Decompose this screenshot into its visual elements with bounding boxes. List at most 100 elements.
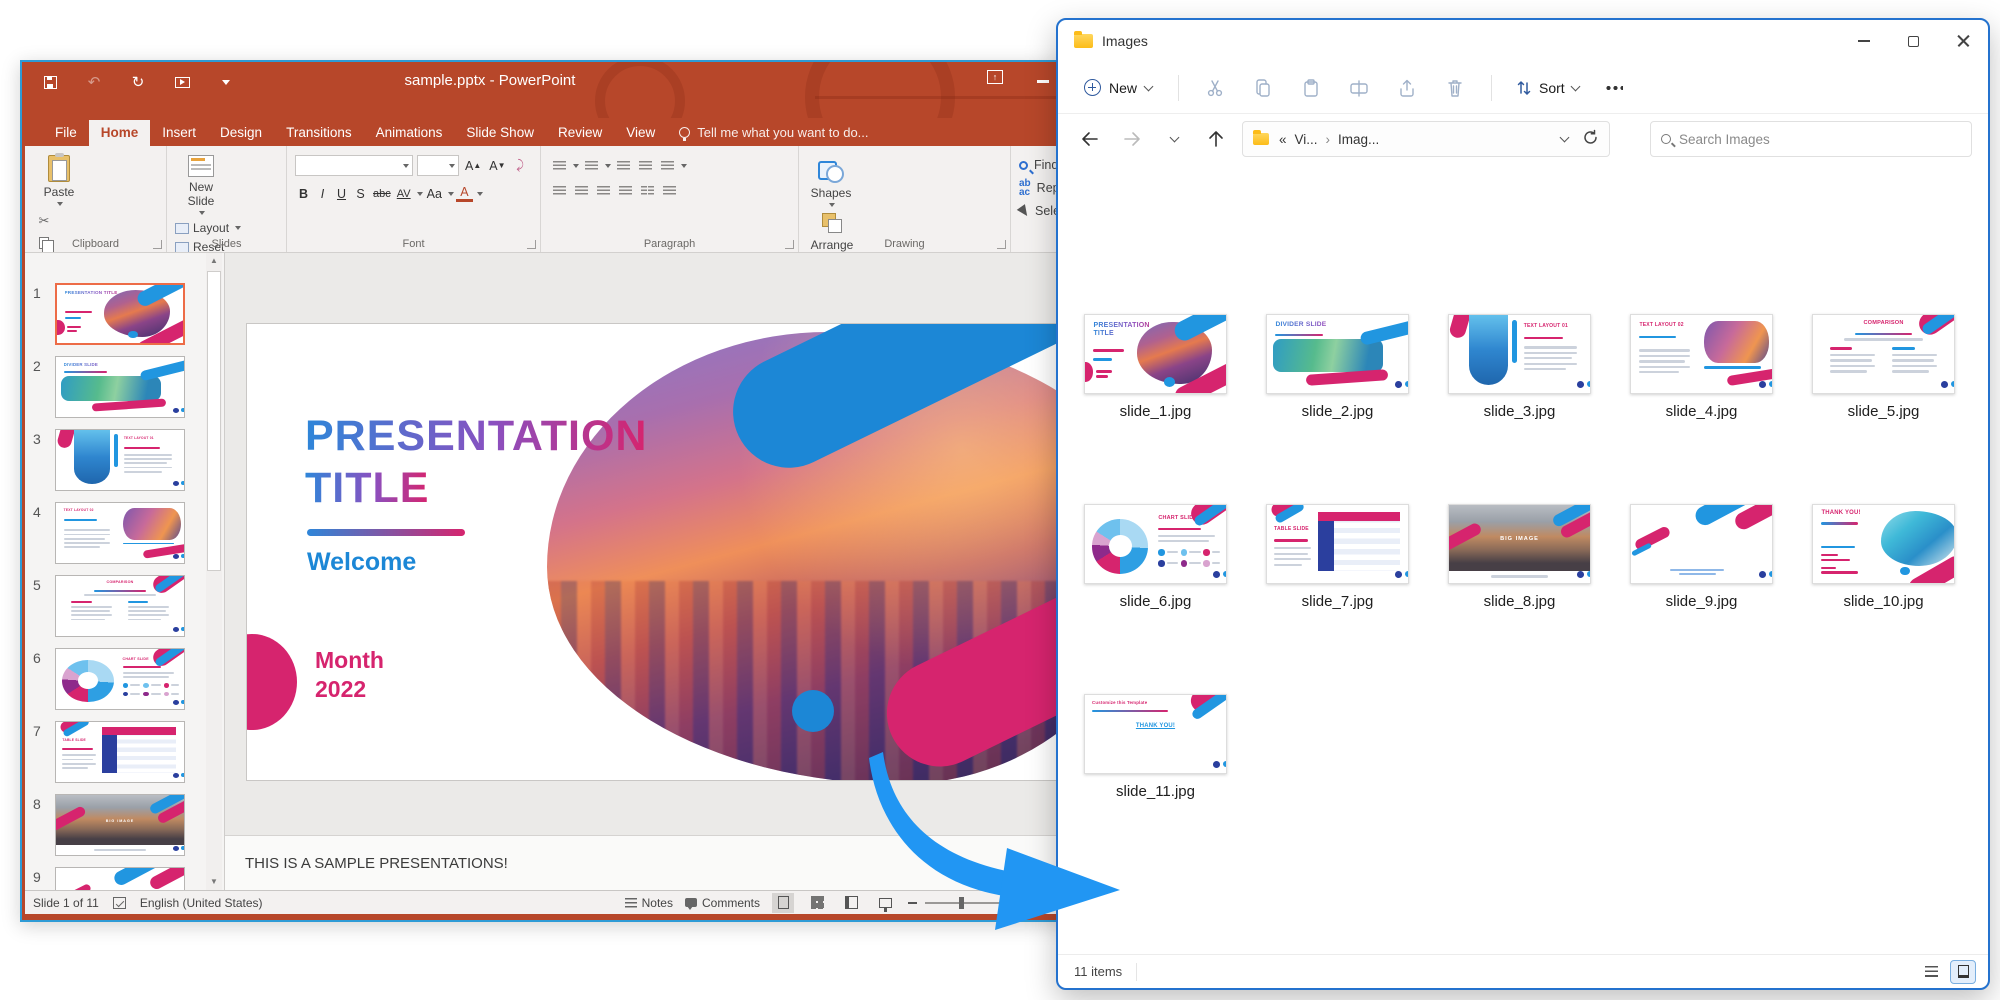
character-spacing-button[interactable]: AV [395,184,413,203]
file-item[interactable]: CHART SLIDE slide_6.jpg [1084,504,1227,610]
slide-thumb-9[interactable]: 9 [25,867,201,890]
bullets-button[interactable] [549,157,569,175]
font-size-combo[interactable] [417,155,459,176]
slide-thumb-3[interactable]: 3 TEXT LAYOUT 01 [25,429,201,495]
grow-font-button[interactable]: A▲ [463,156,483,175]
rename-button[interactable] [1339,71,1379,105]
file-item[interactable]: TEXT LAYOUT 02 slide_4.jpg [1630,314,1773,420]
back-button[interactable] [1074,123,1106,155]
align-center-button[interactable] [571,182,591,200]
zoom-control[interactable] [908,902,1045,904]
slide-sorter-view-button[interactable] [806,893,828,913]
text-direction-button[interactable] [659,182,679,200]
normal-view-button[interactable] [772,893,794,913]
recent-locations-button[interactable] [1158,123,1190,155]
dialog-launcher-icon[interactable] [997,240,1006,249]
current-slide[interactable]: PRESENTATION TITLE Welcome Month2022 [246,323,1060,781]
tab-file[interactable]: File [43,120,89,146]
slideshow-view-button[interactable] [874,893,896,913]
file-item[interactable]: PRESENTATION TITLE slide_1.jpg [1084,314,1227,420]
slide-thumb-1[interactable]: 1 PRESENTATION TITLE [25,283,201,349]
spellcheck-icon[interactable] [113,897,126,909]
minimize-button[interactable] [1858,40,1870,42]
slide-thumb-6[interactable]: 6 CHART SLIDE [25,648,201,714]
address-bar[interactable]: « Vi... › Imag... [1242,121,1610,157]
scroll-down-icon[interactable]: ▼ [207,874,221,890]
notes-toggle[interactable]: Notes [625,896,673,910]
tell-me-box[interactable]: Tell me what you want to do... [667,120,880,146]
close-button[interactable] [1957,35,1970,48]
tab-slideshow[interactable]: Slide Show [454,120,546,146]
file-item[interactable]: slide_9.jpg [1630,504,1773,610]
tab-review[interactable]: Review [546,120,614,146]
slide-thumb-8[interactable]: 8 BIG IMAGE [25,794,201,860]
decrease-indent-button[interactable] [613,157,633,175]
new-button[interactable]: New [1074,73,1162,102]
columns-button[interactable] [637,182,657,200]
shadow-button[interactable]: S [352,184,369,203]
file-item[interactable]: DIVIDER SLIDE slide_2.jpg [1266,314,1409,420]
file-item[interactable]: Customize this Template THANK YOU! slide… [1084,694,1227,800]
tab-transitions[interactable]: Transitions [274,120,364,146]
file-item[interactable]: BIG IMAGE slide_8.jpg [1448,504,1591,610]
align-left-button[interactable] [549,182,569,200]
scroll-up-icon[interactable]: ▲ [207,253,221,269]
tab-animations[interactable]: Animations [364,120,455,146]
slide-thumb-5[interactable]: 5 COMPARISON [25,575,201,641]
file-item[interactable]: COMPARISON slide_5.jpg [1812,314,1955,420]
breadcrumb-item[interactable]: Imag... [1338,132,1379,147]
cut-button[interactable]: ✂ [33,212,55,230]
language-indicator[interactable]: English (United States) [140,896,263,910]
search-box[interactable] [1650,121,1972,157]
shapes-button[interactable]: Shapes [807,155,855,207]
slide-thumb-7[interactable]: 7 TABLE SLIDE [25,721,201,787]
file-item[interactable]: TABLE SLIDE slide_7.jpg [1266,504,1409,610]
details-view-button[interactable] [1918,960,1944,984]
paste-button[interactable] [1291,71,1331,105]
large-thumbnails-view-button[interactable] [1950,960,1976,984]
font-name-combo[interactable] [295,155,413,176]
panel-scrollbar[interactable]: ▲ ▼ [206,253,222,890]
font-color-button[interactable]: A [456,186,473,202]
search-input[interactable] [1679,132,1961,147]
up-button[interactable] [1200,123,1232,155]
slide-canvas[interactable]: PRESENTATION TITLE Welcome Month2022 [225,253,1075,835]
change-case-button[interactable]: Aa [425,184,444,203]
layout-button[interactable]: Layout [175,221,278,235]
cut-button[interactable] [1195,71,1235,105]
numbering-button[interactable] [581,157,601,175]
tab-view[interactable]: View [614,120,667,146]
copy-button[interactable] [1243,71,1283,105]
comments-toggle[interactable]: Comments [685,896,760,910]
line-spacing-button[interactable] [657,157,677,175]
file-item[interactable]: TEXT LAYOUT 01 slide_3.jpg [1448,314,1591,420]
chevron-down-icon[interactable] [1560,133,1570,143]
scrollbar-thumb[interactable] [207,271,221,571]
file-item[interactable]: THANK YOU! slide_10.jpg [1812,504,1955,610]
align-right-button[interactable] [593,182,613,200]
increase-indent-button[interactable] [635,157,655,175]
strikethrough-button[interactable]: abc [371,184,393,203]
dialog-launcher-icon[interactable] [527,240,536,249]
breadcrumb-back[interactable]: « [1279,132,1287,147]
forward-button[interactable] [1116,123,1148,155]
sort-button[interactable]: Sort [1508,74,1587,102]
notes-pane[interactable]: THIS IS A SAMPLE PRESENTATIONS! [225,835,1075,890]
more-options-button[interactable] [1605,86,1623,90]
paste-button[interactable]: Paste [33,151,85,206]
bold-button[interactable]: B [295,184,312,203]
tab-home[interactable]: Home [89,120,151,146]
shrink-font-button[interactable]: A▼ [487,156,507,175]
zoom-slider-thumb[interactable] [959,897,964,909]
zoom-out-icon[interactable] [908,902,917,904]
refresh-button[interactable] [1582,129,1599,149]
ribbon-display-options-button[interactable]: ↑ [987,70,1003,84]
reading-view-button[interactable] [840,893,862,913]
italic-button[interactable]: I [314,184,331,203]
justify-button[interactable] [615,182,635,200]
underline-button[interactable]: U [333,184,350,203]
breadcrumb-item[interactable]: Vi... [1295,132,1318,147]
maximize-button[interactable] [1908,36,1919,47]
dialog-launcher-icon[interactable] [153,240,162,249]
tab-insert[interactable]: Insert [150,120,208,146]
